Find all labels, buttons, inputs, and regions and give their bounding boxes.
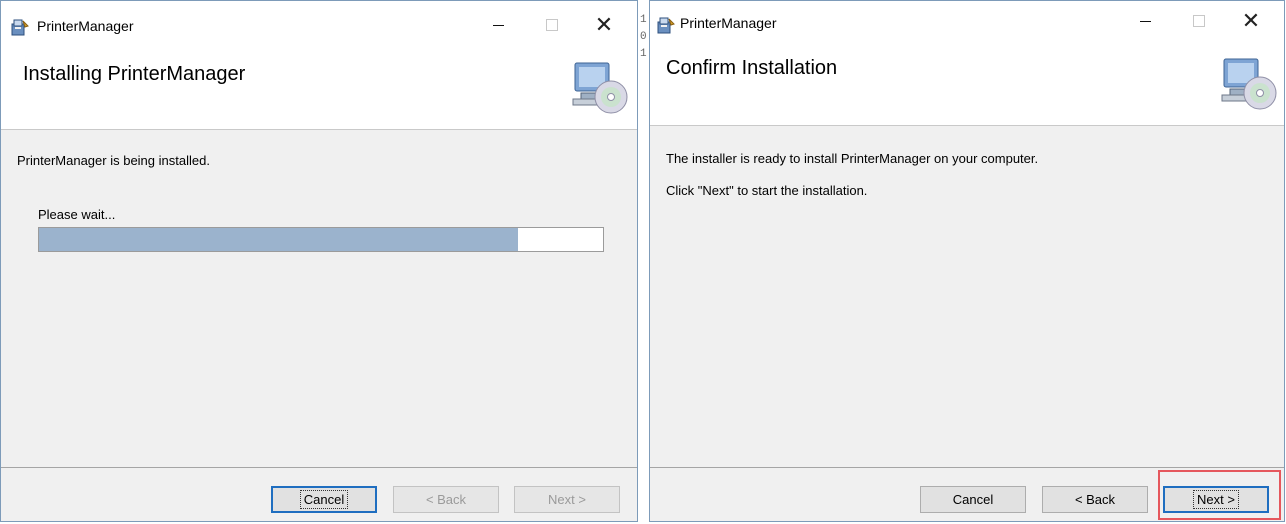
installer-window-confirm: PrinterManager ✕ Confirm Installation Th…	[649, 0, 1285, 522]
next-label: Next >	[548, 492, 586, 507]
cancel-button[interactable]: Cancel	[271, 486, 377, 513]
close-button[interactable]: ✕	[1228, 5, 1274, 37]
info-text: The installer is ready to install Printe…	[666, 151, 1039, 166]
progress-label: Please wait...	[38, 207, 116, 222]
page-title: Confirm Installation	[666, 57, 838, 79]
installer-package-icon	[10, 17, 30, 37]
computer-cd-icon	[1218, 55, 1278, 111]
instruction-text: Click "Next" to start the installation.	[666, 183, 868, 198]
installer-window-installing: PrinterManager ✕ Installing PrinterManag…	[0, 0, 638, 522]
installer-package-icon	[656, 15, 676, 35]
close-button[interactable]: ✕	[581, 9, 627, 41]
computer-cd-icon	[569, 59, 629, 115]
status-text: PrinterManager is being installed.	[17, 153, 210, 168]
back-button[interactable]: < Back	[1042, 486, 1148, 513]
back-button[interactable]: < Back	[393, 486, 499, 513]
background-text: 1 0 1	[640, 12, 648, 63]
footer-divider	[1, 467, 637, 468]
window-title: PrinterManager	[680, 15, 777, 31]
back-label: < Back	[1074, 492, 1116, 507]
footer-divider	[650, 467, 1284, 468]
maximize-button[interactable]	[1176, 5, 1222, 37]
next-button[interactable]: Next >	[514, 486, 620, 513]
page-title: Installing PrinterManager	[23, 63, 246, 85]
progress-bar	[38, 227, 604, 252]
minimize-button[interactable]	[475, 9, 521, 41]
close-icon: ✕	[594, 12, 614, 37]
background-digit: 1	[640, 14, 647, 26]
title-bar[interactable]: PrinterManager ✕	[1, 1, 637, 53]
wizard-header: Confirm Installation	[650, 45, 1284, 126]
wizard-header: Installing PrinterManager	[1, 53, 637, 130]
maximize-icon	[1193, 15, 1205, 27]
screenshot-stage: PrinterManager ✕ Installing PrinterManag…	[0, 0, 1286, 524]
close-icon: ✕	[1241, 8, 1261, 33]
maximize-button[interactable]	[529, 9, 575, 41]
back-label: < Back	[425, 492, 467, 507]
minimize-icon	[492, 24, 504, 26]
cancel-button[interactable]: Cancel	[920, 486, 1026, 513]
window-title: PrinterManager	[37, 18, 134, 34]
progress-fill	[39, 228, 519, 251]
minimize-icon	[1139, 20, 1151, 22]
next-button-highlight	[1158, 470, 1281, 520]
background-digit: 1	[640, 48, 647, 60]
background-digit: 0	[640, 31, 647, 43]
minimize-button[interactable]	[1122, 5, 1168, 37]
cancel-label: Cancel	[952, 492, 994, 507]
cancel-label: Cancel	[299, 490, 349, 509]
maximize-icon	[546, 19, 558, 31]
